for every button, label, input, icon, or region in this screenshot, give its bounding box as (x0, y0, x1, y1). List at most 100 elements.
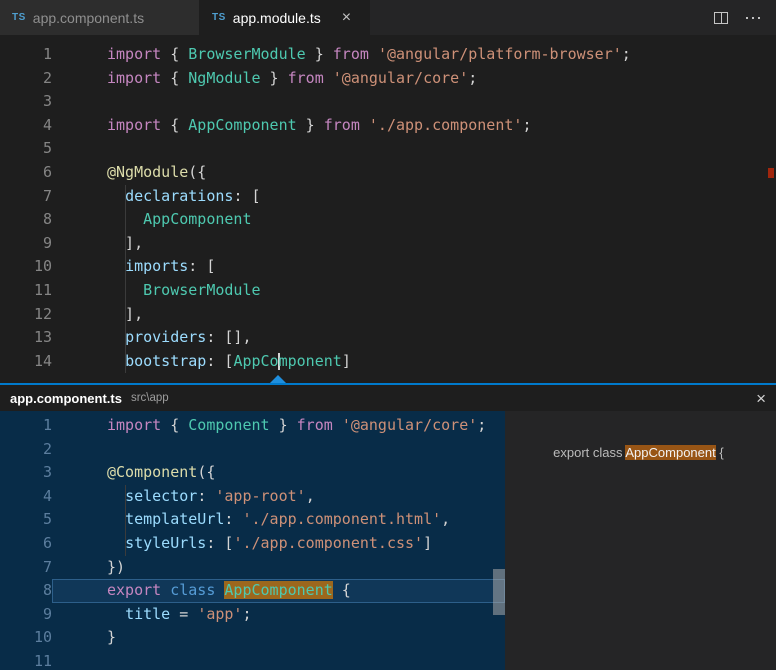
line-number[interactable]: 9 (0, 603, 52, 627)
code-text[interactable]: } (52, 626, 505, 650)
indent-guide (125, 303, 126, 327)
code-text[interactable]: import { BrowserModule } from '@angular/… (52, 43, 776, 67)
code-line: 11 BrowserModule (0, 279, 776, 303)
code-line: 10} (0, 626, 505, 650)
typescript-file-icon: TS (12, 12, 26, 23)
code-text[interactable]: templateUrl: './app.component.html', (52, 508, 505, 532)
code-line: 8 AppComponent (0, 208, 776, 232)
code-text[interactable]: @NgModule({ (52, 161, 776, 185)
line-number[interactable]: 1 (0, 414, 52, 438)
line-number[interactable]: 14 (0, 350, 52, 374)
tab-app-component[interactable]: TS app.component.ts (0, 0, 200, 35)
peek-body: 1import { Component } from '@angular/cor… (0, 411, 776, 670)
tab-bar: TS app.component.ts TS app.module.ts × ⋯ (0, 0, 776, 35)
code-text[interactable]: import { Component } from '@angular/core… (52, 414, 505, 438)
code-text[interactable]: imports: [ (52, 255, 776, 279)
line-number[interactable]: 1 (0, 43, 52, 67)
error-marker (768, 168, 774, 178)
code-text[interactable]: export class AppComponent { (52, 579, 505, 603)
peek-close-icon[interactable]: × (756, 390, 766, 407)
indent-guide (125, 208, 126, 232)
code-text[interactable]: import { NgModule } from '@angular/core'… (52, 67, 776, 91)
code-line: 5 templateUrl: './app.component.html', (0, 508, 505, 532)
line-number[interactable]: 4 (0, 485, 52, 509)
code-text[interactable]: title = 'app'; (52, 603, 505, 627)
code-line: 3@Component({ (0, 461, 505, 485)
indent-guide (125, 232, 126, 256)
peek-code-lines: 1import { Component } from '@angular/cor… (0, 414, 505, 670)
line-number[interactable]: 12 (0, 303, 52, 327)
code-text[interactable]: ], (52, 232, 776, 256)
code-text[interactable]: bootstrap: [AppComponent] (52, 350, 776, 374)
line-number[interactable]: 2 (0, 67, 52, 91)
code-text[interactable] (52, 650, 505, 670)
peek-title: app.component.ts (10, 391, 122, 406)
indent-guide (125, 185, 126, 209)
line-number[interactable]: 10 (0, 255, 52, 279)
code-text[interactable] (52, 137, 776, 161)
line-number[interactable]: 10 (0, 626, 52, 650)
editor-app-module[interactable]: 1import { BrowserModule } from '@angular… (0, 35, 776, 383)
peek-header: app.component.ts src\app × (0, 385, 776, 411)
overview-ruler[interactable] (766, 35, 776, 383)
code-text[interactable]: BrowserModule (52, 279, 776, 303)
code-line: 7 declarations: [ (0, 185, 776, 209)
code-line: 2 (0, 438, 505, 462)
typescript-file-icon: TS (212, 12, 226, 23)
code-line: 6 styleUrls: ['./app.component.css'] (0, 532, 505, 556)
indent-guide (125, 485, 126, 509)
close-tab-icon[interactable]: × (342, 10, 351, 26)
vscode-window: TS app.component.ts TS app.module.ts × ⋯… (0, 0, 776, 670)
indent-guide (125, 326, 126, 350)
code-line: 9 ], (0, 232, 776, 256)
peek-results-list: export class AppComponent { (505, 411, 776, 670)
line-number[interactable]: 8 (0, 208, 52, 232)
code-line: 7}) (0, 556, 505, 580)
code-line: 4import { AppComponent } from './app.com… (0, 114, 776, 138)
code-line: 4 selector: 'app-root', (0, 485, 505, 509)
line-number[interactable]: 13 (0, 326, 52, 350)
code-text[interactable]: providers: [], (52, 326, 776, 350)
indent-guide (125, 279, 126, 303)
code-text[interactable]: styleUrls: ['./app.component.css'] (52, 532, 505, 556)
line-number[interactable]: 5 (0, 508, 52, 532)
code-line: 8export class AppComponent { (0, 579, 505, 603)
line-number[interactable]: 11 (0, 279, 52, 303)
code-line: 6@NgModule({ (0, 161, 776, 185)
code-text[interactable] (52, 90, 776, 114)
code-text[interactable]: @Component({ (52, 461, 505, 485)
peek-scrollbar-thumb[interactable] (493, 569, 505, 615)
peek-editor[interactable]: 1import { Component } from '@angular/cor… (0, 411, 505, 670)
code-text[interactable]: AppComponent (52, 208, 776, 232)
line-number[interactable]: 4 (0, 114, 52, 138)
line-number[interactable]: 9 (0, 232, 52, 256)
line-number[interactable]: 3 (0, 461, 52, 485)
code-line: 1import { BrowserModule } from '@angular… (0, 43, 776, 67)
peek-file-path: src\app (131, 392, 169, 404)
line-number[interactable]: 6 (0, 161, 52, 185)
editor-actions: ⋯ (714, 0, 776, 35)
code-text[interactable]: selector: 'app-root', (52, 485, 505, 509)
peek-result-item[interactable]: export class AppComponent { (505, 417, 776, 441)
indent-guide (125, 350, 126, 374)
code-text[interactable]: import { AppComponent } from './app.comp… (52, 114, 776, 138)
line-number[interactable]: 6 (0, 532, 52, 556)
line-number[interactable]: 11 (0, 650, 52, 670)
line-number[interactable]: 5 (0, 137, 52, 161)
line-number[interactable]: 2 (0, 438, 52, 462)
line-number[interactable]: 7 (0, 556, 52, 580)
more-actions-icon[interactable]: ⋯ (744, 9, 762, 27)
line-number[interactable]: 7 (0, 185, 52, 209)
line-number[interactable]: 8 (0, 579, 52, 603)
code-text[interactable]: ], (52, 303, 776, 327)
code-line: 3 (0, 90, 776, 114)
code-text[interactable]: declarations: [ (52, 185, 776, 209)
code-line: 9 title = 'app'; (0, 603, 505, 627)
tab-label: app.module.ts (233, 10, 321, 26)
indent-guide (125, 508, 126, 532)
code-text[interactable] (52, 438, 505, 462)
line-number[interactable]: 3 (0, 90, 52, 114)
tab-app-module[interactable]: TS app.module.ts × (200, 0, 370, 35)
split-editor-icon[interactable] (714, 12, 728, 24)
code-text[interactable]: }) (52, 556, 505, 580)
